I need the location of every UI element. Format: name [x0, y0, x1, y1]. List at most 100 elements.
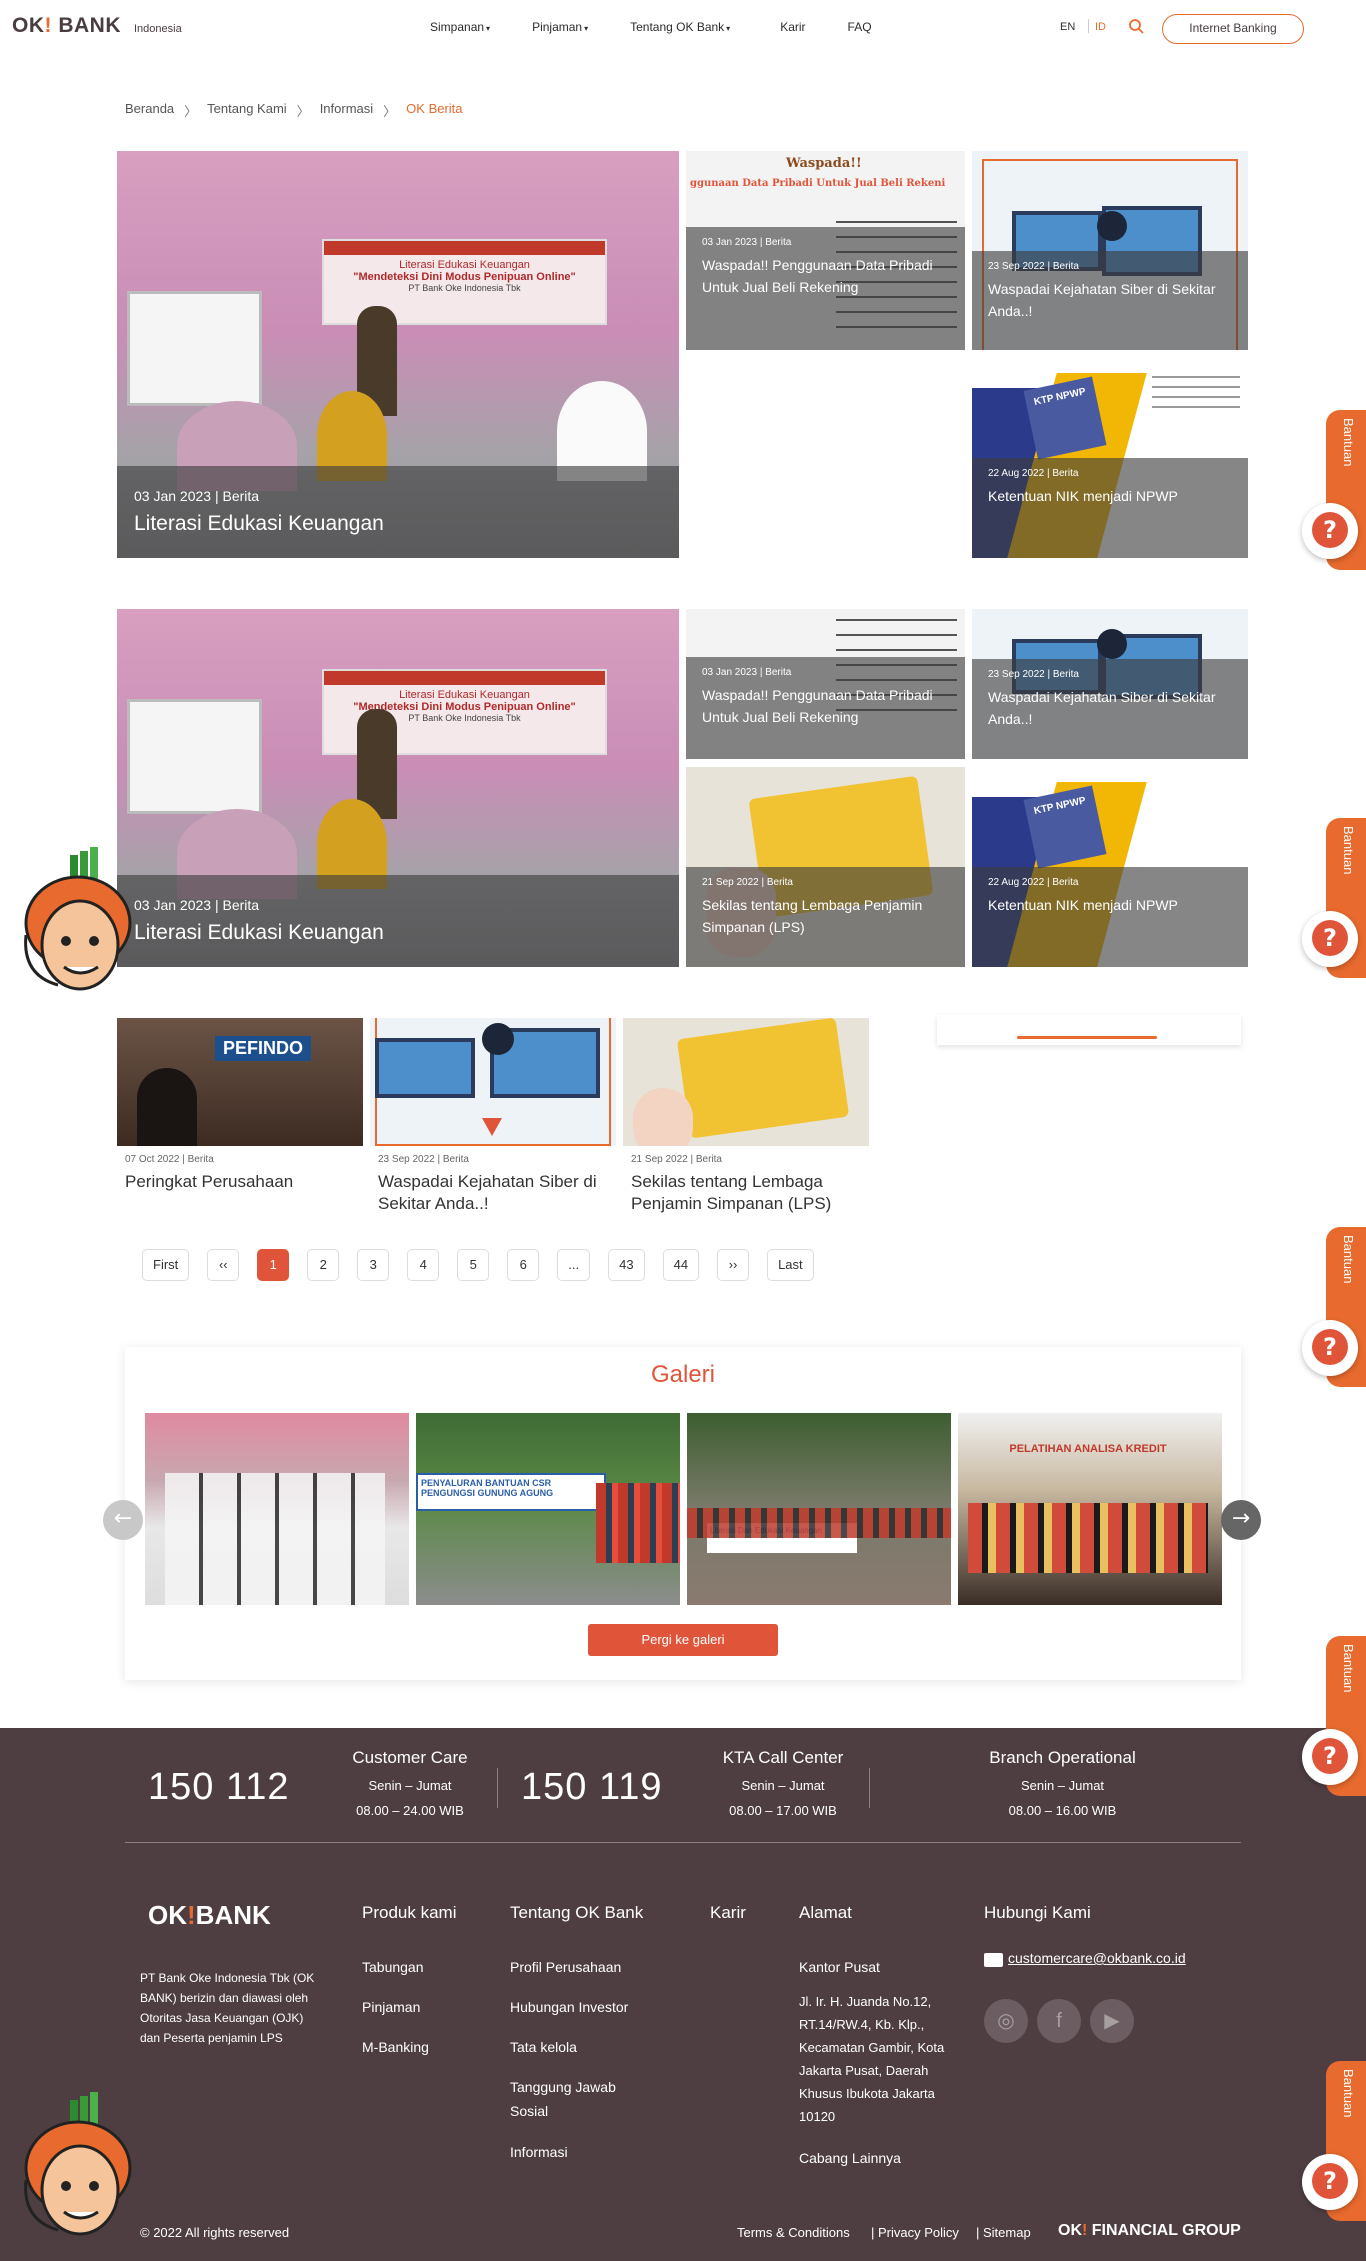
pagination: First ‹‹ 1 2 3 4 5 6 ... 43 44 ›› Last [142, 1249, 832, 1281]
breadcrumb-informasi[interactable]: Informasi [320, 101, 373, 120]
news-card-nik-2[interactable]: KTP NPWP 22 Aug 2022 | Berita Ketentuan … [972, 767, 1248, 967]
gallery-image[interactable] [145, 1413, 409, 1605]
gallery-next-arrow-icon[interactable]: → [1221, 1500, 1261, 1540]
lang-divider [1088, 19, 1089, 33]
page-3[interactable]: 3 [357, 1249, 390, 1281]
help-button[interactable]: ? [1302, 503, 1358, 559]
footer-link-mbanking[interactable]: M-Banking [362, 2035, 429, 2059]
privacy-link[interactable]: | Privacy Policy [871, 2225, 959, 2240]
internet-banking-button[interactable]: Internet Banking [1162, 14, 1304, 44]
nav-tentang[interactable]: Tentang OK Bank ▾ [630, 20, 730, 34]
gallery-section: Galeri PENYALURAN BANTUAN CSR PENGUNGSI … [125, 1347, 1241, 1680]
email-link[interactable]: customercare@okbank.co.id [1008, 1950, 1186, 1966]
nav-faq[interactable]: FAQ [848, 20, 872, 34]
chevron-right-icon: 〉 [383, 104, 397, 119]
question-icon: ? [1312, 2163, 1348, 2199]
help-button[interactable]: ? [1302, 911, 1358, 967]
gallery-image[interactable]: PENYALURAN BANTUAN CSR PENGUNGSI GUNUNG … [416, 1413, 680, 1605]
gallery-title: Galeri [650, 1361, 716, 1388]
featured-news-card[interactable]: Literasi Edukasi Keuangan "Mendeteksi Di… [117, 151, 679, 558]
footer-link-profil[interactable]: Profil Perusahaan [510, 1955, 621, 1979]
site-footer: 150 112 Customer Care Senin – Jumat 08.0… [0, 1728, 1366, 2261]
page-2[interactable]: 2 [307, 1249, 340, 1281]
lang-en[interactable]: EN [1060, 21, 1075, 33]
page-1[interactable]: 1 [257, 1249, 290, 1281]
question-icon: ? [1312, 1738, 1348, 1774]
chevron-right-icon: 〉 [296, 104, 310, 119]
footer-link-karir[interactable]: Karir [710, 1903, 746, 1923]
breadcrumb-current: OK Berita [406, 101, 463, 116]
footer-link-tata-kelola[interactable]: Tata kelola [510, 2035, 577, 2059]
mascot-chat-icon[interactable] [8, 2090, 138, 2250]
page-5[interactable]: 5 [457, 1249, 490, 1281]
copyright: © 2022 All rights reserved [140, 2225, 290, 2240]
featured-news-card-2[interactable]: Literasi Edukasi Keuangan "Mendeteksi Di… [117, 609, 679, 967]
news-card-siber-2[interactable]: 23 Sep 2022 | Berita Waspadai Kejahatan … [972, 609, 1248, 759]
page-first[interactable]: First [142, 1249, 190, 1281]
news-card-waspada-2[interactable]: 03 Jan 2023 | Berita Waspada!! Penggunaa… [686, 609, 965, 759]
article-card[interactable]: 21 Sep 2022 | Berita Sekilas tentang Lem… [623, 1018, 869, 1215]
footer-link-informasi[interactable]: Informasi [510, 2140, 568, 2164]
chevron-down-icon: ▾ [486, 24, 491, 33]
help-button[interactable]: ? [1302, 2154, 1358, 2210]
facebook-icon[interactable]: f [1037, 1999, 1081, 2043]
main-nav: Simpanan ▾ Pinjaman ▾ Tentang OK Bank ▾ Kar… [430, 20, 914, 34]
help-button[interactable]: ? [1302, 1320, 1358, 1376]
news-card-nik[interactable]: KTP NPWP 22 Aug 2022 | Berita Ketentuan … [972, 358, 1248, 558]
card-overlay: 03 Jan 2023 | Berita Literasi Edukasi Ke… [117, 466, 679, 558]
ok-bank-logo[interactable]: OK! BANK [12, 14, 121, 38]
chevron-down-icon: ▾ [726, 24, 731, 33]
footer-link-investor[interactable]: Hubungan Investor [510, 1995, 628, 2019]
question-icon: ? [1312, 1329, 1348, 1365]
chevron-down-icon: ▾ [584, 24, 589, 33]
footer-logo[interactable]: OK!BANK [148, 1900, 271, 1931]
logo-subtitle: Indonesia [134, 23, 182, 35]
nav-pinjaman[interactable]: Pinjaman ▾ [532, 20, 588, 34]
footer-link-tabungan[interactable]: Tabungan [362, 1955, 424, 1979]
page-6[interactable]: 6 [507, 1249, 540, 1281]
gallery-link-button[interactable]: Pergi ke galeri [588, 1624, 778, 1656]
article-card[interactable]: 23 Sep 2022 | Berita Waspadai Kejahatan … [370, 1018, 616, 1215]
gallery-image[interactable]: Literasi Dan Edukasi Keuangan [687, 1413, 951, 1605]
search-icon[interactable] [1128, 18, 1144, 34]
breadcrumb: Beranda 〉 Tentang Kami 〉 Informasi 〉 OK Ber… [125, 101, 463, 120]
mail-icon [984, 1953, 1003, 1967]
youtube-icon[interactable]: ▶ [1090, 1999, 1134, 2043]
instagram-icon[interactable]: ◎ [984, 1999, 1028, 2043]
news-card-lps[interactable]: 21 Sep 2022 | Berita Sekilas tentang Lem… [686, 767, 965, 967]
terms-link[interactable]: Terms & Conditions [737, 2225, 850, 2240]
nav-simpanan[interactable]: Simpanan ▾ [430, 20, 490, 34]
office-address: Jl. Ir. H. Juanda No.12, RT.14/RW.4, Kb.… [799, 1994, 945, 2124]
nav-karir[interactable]: Karir [780, 20, 805, 34]
footer-link-pinjaman[interactable]: Pinjaman [362, 1995, 420, 2019]
question-icon: ? [1312, 920, 1348, 956]
customer-care-number[interactable]: 150 112 [148, 1766, 290, 1809]
page-4[interactable]: 4 [407, 1249, 440, 1281]
footer-link-cabang[interactable]: Cabang Lainnya [799, 2146, 901, 2170]
footer-link-csr[interactable]: Tanggung Jawab Sosial [510, 2075, 650, 2123]
kta-block: KTA Call Center Senin – Jumat 08.00 – 17… [722, 1748, 844, 1818]
page-43[interactable]: 43 [608, 1249, 645, 1281]
breadcrumb-beranda[interactable]: Beranda [125, 101, 174, 120]
page-44[interactable]: 44 [662, 1249, 700, 1281]
page-last[interactable]: Last [767, 1249, 814, 1281]
kta-number[interactable]: 150 119 [521, 1766, 663, 1809]
help-button[interactable]: ? [1302, 1729, 1358, 1785]
financial-group-logo: OK! FINANCIAL GROUP [1058, 2222, 1241, 2239]
site-header: OK! BANK Indonesia Simpanan ▾ Pinjaman ▾ T… [0, 0, 1366, 58]
news-card-waspada[interactable]: Waspada!! ggunaan Data Pribadi Untuk Jua… [686, 151, 965, 350]
article-card[interactable]: PEFINDO 07 Oct 2022 | Berita Peringkat P… [117, 1018, 363, 1193]
mascot-chat-icon[interactable] [8, 845, 138, 1005]
sidebar-widget [937, 1015, 1241, 1045]
news-card-siber[interactable]: 23 Sep 2022 | Berita Waspadai Kejahatan … [972, 151, 1248, 350]
gallery-prev-arrow-icon[interactable]: ← [103, 1500, 143, 1540]
sitemap-link[interactable]: | Sitemap [976, 2225, 1031, 2240]
branch-block: Branch Operational Senin – Jumat 08.00 –… [989, 1748, 1136, 1818]
chevron-right-icon: 〉 [184, 104, 198, 119]
breadcrumb-tentang[interactable]: Tentang Kami [207, 101, 287, 120]
page-prev[interactable]: ‹‹ [207, 1249, 240, 1281]
gallery-image[interactable]: PELATIHAN ANALISA KREDIT [958, 1413, 1222, 1605]
question-icon: ? [1312, 512, 1348, 548]
lang-id[interactable]: ID [1095, 21, 1106, 33]
page-next[interactable]: ›› [717, 1249, 750, 1281]
